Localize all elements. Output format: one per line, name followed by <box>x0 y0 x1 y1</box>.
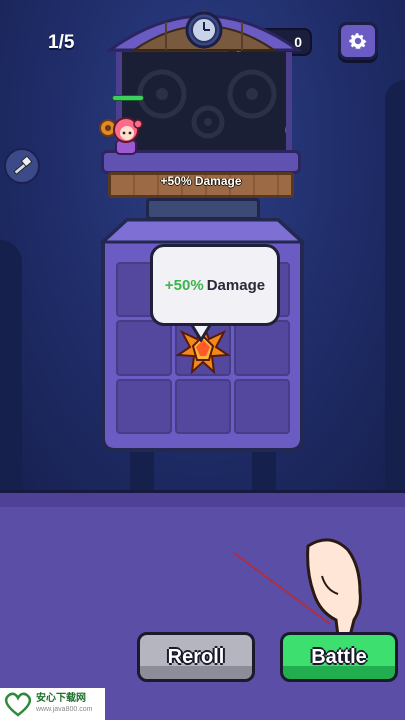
hero-character-icon[interactable] <box>98 110 150 162</box>
gear-icon <box>349 33 367 49</box>
tooltip-stat: Damage <box>206 276 266 294</box>
tower-roof <box>106 10 302 52</box>
item-tooltip: +50% Damage <box>150 244 280 326</box>
tower-bonus-label: +50% Damage <box>160 174 242 188</box>
watermark-title: 安心下载网 <box>36 693 86 704</box>
settings-button[interactable] <box>338 22 378 60</box>
hammer-tool-button[interactable] <box>4 148 40 184</box>
watermark: 安心下载网 www.java800.com <box>0 688 105 720</box>
inventory-slot[interactable] <box>234 378 290 434</box>
reroll-button[interactable]: Reroll <box>137 632 255 682</box>
inventory-slot[interactable] <box>116 320 172 376</box>
watermark-url: www.java800.com <box>36 706 93 713</box>
heart-logo-icon <box>4 692 32 717</box>
inventory-slot[interactable] <box>116 378 172 434</box>
level-counter: 1/5 <box>48 32 75 53</box>
hero-health-bar <box>112 95 144 101</box>
inventory-slot[interactable] <box>175 378 231 434</box>
battle-button[interactable]: Battle <box>280 632 398 682</box>
bottom-panel-edge <box>0 493 405 507</box>
background-shadow-right <box>385 80 405 490</box>
background-shadow-left <box>0 240 22 490</box>
tooltip-percent: +50% <box>164 276 204 294</box>
inventory-slot[interactable] <box>234 320 290 376</box>
hammer-icon <box>13 155 33 175</box>
tutorial-hand-pointer-icon <box>306 538 362 640</box>
